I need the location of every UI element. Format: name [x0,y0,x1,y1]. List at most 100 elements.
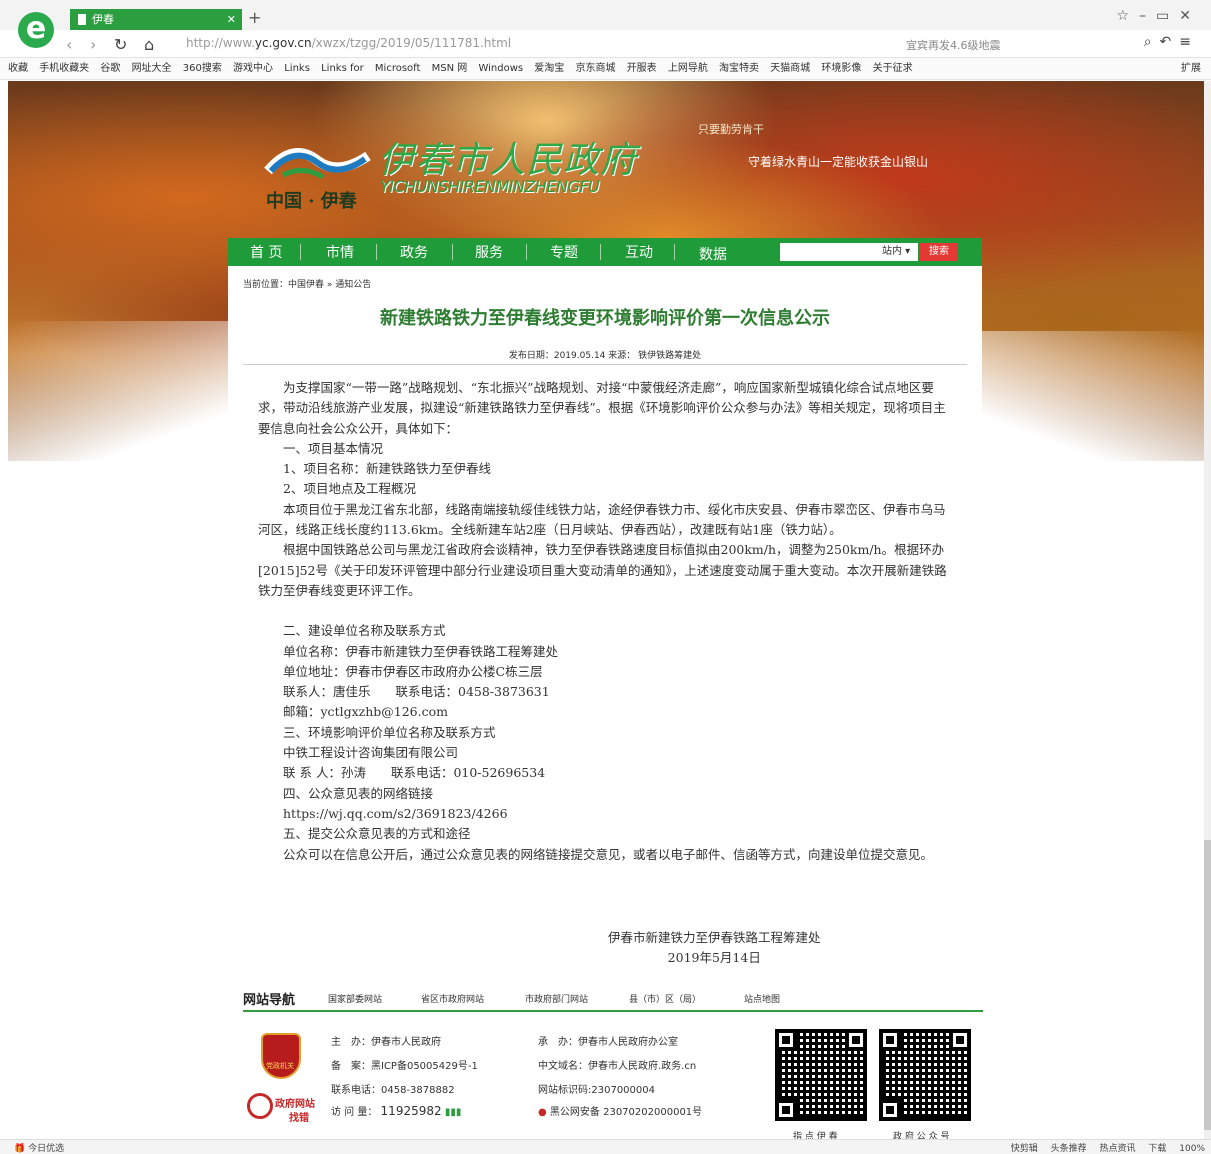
site-title-en: YICHUNSHIRENMINZHENGFU [380,177,600,196]
window-controls[interactable]: ☆–▭✕ [1116,8,1201,24]
browser-tabbar: 伊春 ✕ + ☆–▭✕ [0,0,1211,31]
fav-item[interactable]: 开服表 [627,58,657,79]
scrollbar-thumb[interactable] [1204,840,1211,1130]
status-bar: 🎁 今日优选 快剪辑 头条推荐 热点资讯 下载 100% [0,1139,1211,1154]
paragraph: 为支撑国家“一带一路”战略规划、“东北振兴”战略规划、对接“中蒙俄经济走廊”，响… [258,380,946,436]
forward-icon[interactable]: › [90,35,96,54]
fav-item[interactable]: 关于征求 [873,58,913,79]
search-button[interactable]: 搜索 [920,243,958,261]
fav-item[interactable]: 上网导航 [668,58,708,79]
paragraph: 中铁工程设计咨询集团有限公司 [283,745,459,761]
magnifier-icon[interactable] [247,1093,273,1119]
footer-cn-domain: 中文域名：伊春市人民政府.政务.cn [538,1061,697,1072]
fav-item[interactable]: Windows [478,58,523,79]
party-gov-badge-icon[interactable]: 党政机关 [261,1033,301,1079]
status-item[interactable]: 快剪辑 [1011,1144,1038,1154]
article-body: 为支撑国家“一带一路”战略规划、“东北振兴”战略规划、对接“中蒙俄经济走廊”，响… [258,378,952,865]
paragraph: 1、项目名称：新建铁路铁力至伊春线 [283,461,491,477]
browser-tab[interactable]: 伊春 ✕ [70,9,242,31]
nav-item-interact[interactable]: 互动 [625,242,653,262]
footer-icp[interactable]: 备 案：黑ICP备05005429号-1 [331,1057,478,1072]
site-search-input[interactable] [780,243,878,261]
zoom-level[interactable]: 100% [1179,1144,1205,1154]
signature-org: 伊春市新建铁力至伊春铁路工程筹建处 [608,930,821,945]
status-left[interactable]: 🎁 今日优选 [14,1141,64,1154]
back-icon[interactable]: ‹ [66,35,72,54]
footer-nav-title: 网站导航 [243,993,296,1008]
fav-item[interactable]: 天猫商城 [770,58,810,79]
new-tab-button[interactable]: + [248,8,261,27]
nav-item-data[interactable]: 数据 [699,244,727,264]
fav-item[interactable]: Microsoft [375,58,421,79]
status-item[interactable]: 下载 [1148,1144,1166,1154]
slogan: 只要勤劳肯干 [698,123,764,136]
document-icon [78,14,86,25]
search-hint[interactable]: 宜宾再发4.6级地震 [906,37,1001,53]
fav-item[interactable]: Links for [321,58,364,79]
paragraph: 单位名称：伊春市新建铁力至伊春铁路工程筹建处 [283,643,559,659]
nav-item-home[interactable]: 首 页 [250,242,282,262]
fav-item[interactable]: 360搜索 [183,58,222,79]
nav-item-service[interactable]: 服务 [475,242,503,262]
fav-item[interactable]: Links [284,58,310,79]
qr-code-icon [879,1029,971,1121]
status-item[interactable]: 头条推荐 [1051,1144,1087,1154]
signature: 伊春市新建铁力至伊春铁路工程筹建处 2019年5月14日 [608,928,821,968]
paragraph: 联 系 人：孙涛 联系电话：010-52696534 [283,765,546,781]
address-bar: ‹ › ↻ ⌂ http://www.yc.gov.cn/xwzx/tzgg/2… [0,30,1211,58]
fav-item[interactable]: 京东商城 [575,58,615,79]
fav-item[interactable]: 收藏 [8,58,28,79]
footer-link[interactable]: 省区市政府网站 [421,992,484,1005]
status-item[interactable]: 热点资讯 [1099,1144,1135,1154]
nav-item-gov[interactable]: 政务 [400,242,428,262]
paragraph: 联系人：唐佳乐 联系电话：0458-3873631 [283,684,550,700]
footer-police[interactable]: ● 黑公网安备 23070202000001号 [538,1103,702,1118]
nav-divider [600,244,601,260]
nav-divider [376,244,377,260]
main-nav: 首 页 市情 政务 服务 专题 互动 数据 站内 ▾ 搜索 [228,238,982,266]
fav-item[interactable]: MSN 网 [432,58,468,79]
web-page: 伊春市人民政府 YICHUNSHIRENMINZHENGFU 中国 · 伊春 只… [8,81,1204,1139]
footer: 党政机关 政府网站 找错 主 办：伊春市人民政府 备 案：黑ICP备050054… [243,1021,983,1139]
footer-link[interactable]: 国家部委网站 [328,992,382,1005]
gov-site-error-label[interactable]: 找错 [289,1109,309,1124]
paragraph: 一、项目基本情况 [283,440,384,456]
gov-site-error-label[interactable]: 政府网站 [275,1095,315,1110]
paragraph: 2、项目地点及工程概况 [283,481,416,497]
fav-item[interactable]: 环境影像 [821,58,861,79]
tab-title: 伊春 [92,13,114,26]
breadcrumb[interactable]: 当前位置：中国伊春 » 通知公告 [243,277,371,290]
paragraph: 公众可以在信息公开后，通过公众意见表的网络链接提交意见，或者以电子邮件、信函等方… [283,846,934,862]
url-field[interactable]: http://www.yc.gov.cn/xwzx/tzgg/2019/05/1… [186,36,511,50]
fav-item[interactable]: 游戏中心 [233,58,273,79]
footer-link[interactable]: 县（市）区（局） [629,992,701,1005]
fav-item[interactable]: 网址大全 [132,58,172,79]
footer-link[interactable]: 市政府部门网站 [525,992,588,1005]
nav-divider [452,244,453,260]
fav-item[interactable]: 爱淘宝 [534,58,564,79]
survey-link[interactable]: https://wj.qq.com/s2/3691823/4266 [258,804,952,824]
address-tools[interactable]: ⌕↶≡ [1144,34,1199,50]
close-tab-icon[interactable]: ✕ [227,9,236,31]
home-icon[interactable]: ⌂ [144,35,154,54]
paragraph: 根据中国铁路总公司与黑龙江省政府会谈精神，铁力至伊春铁路速度目标值拟由200km… [258,542,947,598]
site-title: 伊春市人民政府 [378,140,638,181]
email-text: 邮箱：yctlgxzhb@126.com [283,704,448,720]
nav-divider [674,244,675,260]
fav-item[interactable]: 手机收藏夹 [39,58,89,79]
paragraph: 三、环境影响评价单位名称及联系方式 [283,724,496,740]
banner-fade-right [964,331,1204,481]
status-right: 快剪辑 头条推荐 热点资讯 下载 100% [1001,1141,1205,1154]
fav-item[interactable]: 淘宝特卖 [719,58,759,79]
nav-item-topic[interactable]: 专题 [550,242,578,262]
footer-phone: 联系电话：0458-3878882 [331,1085,455,1096]
refresh-icon[interactable]: ↻ [114,35,127,54]
paragraph: 本项目位于黑龙江省东北部，线路南端接轨绥佳线铁力站，途经伊春铁力市、绥化市庆安县… [258,501,946,538]
favorites-bar: 收藏 手机收藏夹 谷歌 网址大全 360搜索 游戏中心 Links Links … [0,58,1211,80]
extensions-button[interactable]: 扩展 [1181,58,1201,79]
nav-item-city[interactable]: 市情 [326,242,354,262]
fav-item[interactable]: 谷歌 [100,58,120,79]
banner-fade-left [8,321,248,481]
search-scope-select[interactable]: 站内 ▾ [878,243,918,261]
footer-link[interactable]: 站点地图 [744,992,780,1005]
